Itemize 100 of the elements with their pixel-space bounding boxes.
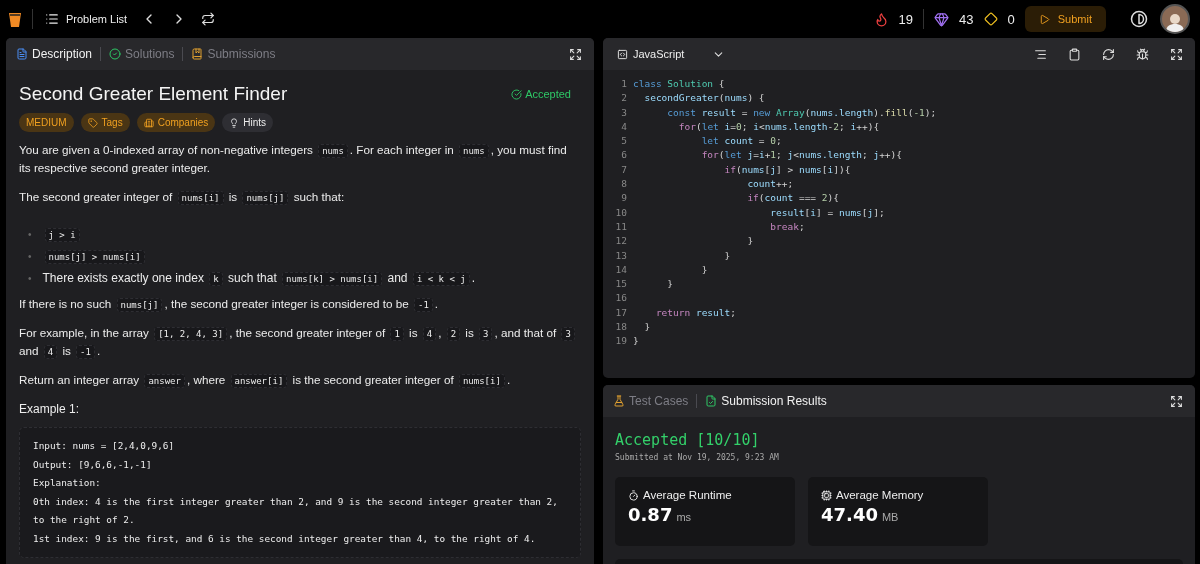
metric-unit: ms bbox=[676, 511, 692, 523]
metric-label: Average Memory bbox=[821, 489, 975, 501]
code-line: } bbox=[643, 320, 651, 335]
code-line: } bbox=[633, 334, 639, 349]
tag-chip[interactable]: Hints bbox=[222, 113, 274, 132]
line-number: 14 bbox=[614, 262, 627, 277]
theme-toggle-icon[interactable] bbox=[1128, 8, 1150, 30]
flame-icon bbox=[873, 11, 889, 27]
panel-tab[interactable]: Test Cases bbox=[611, 394, 691, 408]
problem-list-button[interactable]: Problem List bbox=[43, 10, 130, 28]
line-number: 8 bbox=[620, 177, 627, 192]
list-item: nums[j] > nums[i] bbox=[42, 247, 147, 265]
list-item: j > i bbox=[42, 225, 82, 243]
bullet-mark: • bbox=[28, 229, 32, 240]
timer-icon bbox=[628, 489, 639, 501]
code-line: for(let i=0; i<nums.length-2; i++){ bbox=[677, 119, 880, 134]
streak-count: 19 bbox=[898, 11, 914, 27]
paragraph: For example, in the array [1, 2, 4, 3] , the second greater integer of 1 is 4 , 2 is 3 , and that of 3 and 4 is -1 . bbox=[19, 324, 581, 360]
code-line: } bbox=[666, 277, 674, 292]
line-number: 13 bbox=[614, 248, 627, 263]
example-line: Output: [9,6,6,-1,-1] bbox=[33, 457, 153, 472]
code-line: } bbox=[700, 262, 708, 277]
avatar[interactable] bbox=[1160, 4, 1190, 34]
line-number: 10 bbox=[614, 205, 627, 220]
flask-icon bbox=[613, 395, 625, 407]
line-number: 16 bbox=[614, 291, 627, 306]
document-check-icon bbox=[705, 395, 718, 407]
metric-value: 0.87 bbox=[628, 504, 673, 525]
panel-tab[interactable]: Submission Results bbox=[703, 394, 829, 408]
line-number: 1 bbox=[620, 77, 627, 91]
problem-title: Second Greater Element Finder bbox=[19, 83, 288, 105]
metric-unit: MB bbox=[881, 511, 899, 523]
panel-tab[interactable]: Solutions bbox=[107, 47, 177, 61]
code-line: break; bbox=[769, 219, 805, 234]
line-number: 3 bbox=[620, 105, 627, 120]
line-number: 5 bbox=[620, 134, 627, 149]
line-number: 11 bbox=[614, 219, 627, 234]
metric-label: Average Runtime bbox=[628, 489, 782, 501]
diamond-count: 0 bbox=[1007, 11, 1015, 27]
line-number: 2 bbox=[620, 91, 627, 106]
panel-tab[interactable]: Description bbox=[14, 47, 95, 61]
code-line: return result; bbox=[654, 305, 736, 320]
submit-button[interactable]: Submit bbox=[1024, 6, 1106, 32]
example-heading: Example 1: bbox=[19, 402, 81, 416]
code-line: class Solution { bbox=[633, 77, 725, 91]
code-square-icon bbox=[617, 48, 628, 60]
language-select[interactable]: JavaScript bbox=[611, 47, 691, 61]
verdict-text: Accepted [10/10] bbox=[615, 431, 761, 449]
bullet-mark: • bbox=[28, 273, 32, 284]
code-line: const result = new Array(nums.length).fill(-1); bbox=[666, 105, 937, 120]
code-line: secondGreater(nums) { bbox=[643, 91, 765, 106]
chip-icon bbox=[821, 489, 832, 501]
bullet-mark: • bbox=[28, 251, 32, 262]
submitted-time: Submitted at Nov 19, 2025, 9:23 AM bbox=[615, 453, 780, 462]
example-line: Explanation: bbox=[33, 476, 102, 490]
gem-count: 43 bbox=[959, 11, 974, 27]
check-circle-icon bbox=[109, 48, 122, 60]
difficulty-badge[interactable]: MEDIUM bbox=[19, 113, 74, 132]
line-number: 17 bbox=[614, 305, 627, 320]
tag-icon bbox=[87, 117, 98, 128]
code-line: if(count === 2){ bbox=[746, 191, 839, 206]
code-line: for(let j=i+1; j<nums.length; j++){ bbox=[700, 148, 902, 163]
check-circle-icon bbox=[511, 88, 523, 100]
document-icon bbox=[16, 48, 28, 60]
line-number: 19 bbox=[614, 334, 627, 349]
tag-chip[interactable]: Tags bbox=[80, 113, 130, 132]
example-line: 0th index: 4 is the first integer greater than 2, and 9 is the second integer greater than 2, to the right of 2. bbox=[33, 494, 559, 527]
code-line: let count = 0; bbox=[700, 134, 782, 149]
code-line: if(nums[j] > nums[i]){ bbox=[723, 162, 851, 177]
lightbulb-icon bbox=[229, 117, 240, 128]
code-line: } bbox=[723, 248, 731, 263]
line-number: 4 bbox=[620, 119, 627, 134]
example-line: 1st index: 9 is the first, and 6 is the second integer greater than 4, to the right of 4. bbox=[33, 531, 537, 546]
line-number: 7 bbox=[620, 162, 627, 177]
paragraph: If there is no such nums[j] , the second greater integer is considered to be -1 . bbox=[19, 296, 440, 313]
code-line: result[i] = nums[j]; bbox=[769, 205, 885, 220]
metric-value: 47.40 bbox=[821, 504, 878, 525]
list-item: There exists exactly one index k such that nums[k] > nums[i] and i < k < j . bbox=[42, 270, 475, 287]
list-icon bbox=[45, 12, 59, 26]
paragraph: The second greater integer of nums[i] is nums[j] such that: bbox=[19, 189, 346, 206]
paragraph: You are given a 0-indexed array of non-negative integers nums . For each integer in nums , you must find its respective second greater integer. bbox=[19, 142, 568, 176]
play-icon bbox=[1038, 13, 1050, 25]
line-number: 6 bbox=[620, 148, 627, 163]
line-number: 12 bbox=[614, 234, 627, 249]
bug-icon[interactable] bbox=[1134, 45, 1151, 63]
code-line: } bbox=[746, 234, 754, 249]
tag-chip[interactable]: Companies bbox=[136, 113, 216, 132]
building-icon bbox=[143, 117, 154, 128]
paragraph: Return an integer array answer , where answer[i] is the second greater integer of nums[i] . bbox=[19, 372, 512, 389]
example-line: Input: nums = [2,4,0,9,6] bbox=[33, 439, 176, 453]
diamond-icon bbox=[983, 12, 998, 26]
panel-tab[interactable]: Submissions bbox=[189, 47, 278, 61]
gem-icon bbox=[934, 11, 950, 27]
logo-icon[interactable] bbox=[8, 10, 22, 28]
line-number: 15 bbox=[614, 277, 627, 292]
book-icon bbox=[191, 48, 204, 60]
code-line: count++; bbox=[746, 177, 794, 192]
line-number: 9 bbox=[620, 191, 627, 206]
line-number: 18 bbox=[614, 320, 627, 335]
accepted-status: Accepted bbox=[511, 88, 571, 100]
